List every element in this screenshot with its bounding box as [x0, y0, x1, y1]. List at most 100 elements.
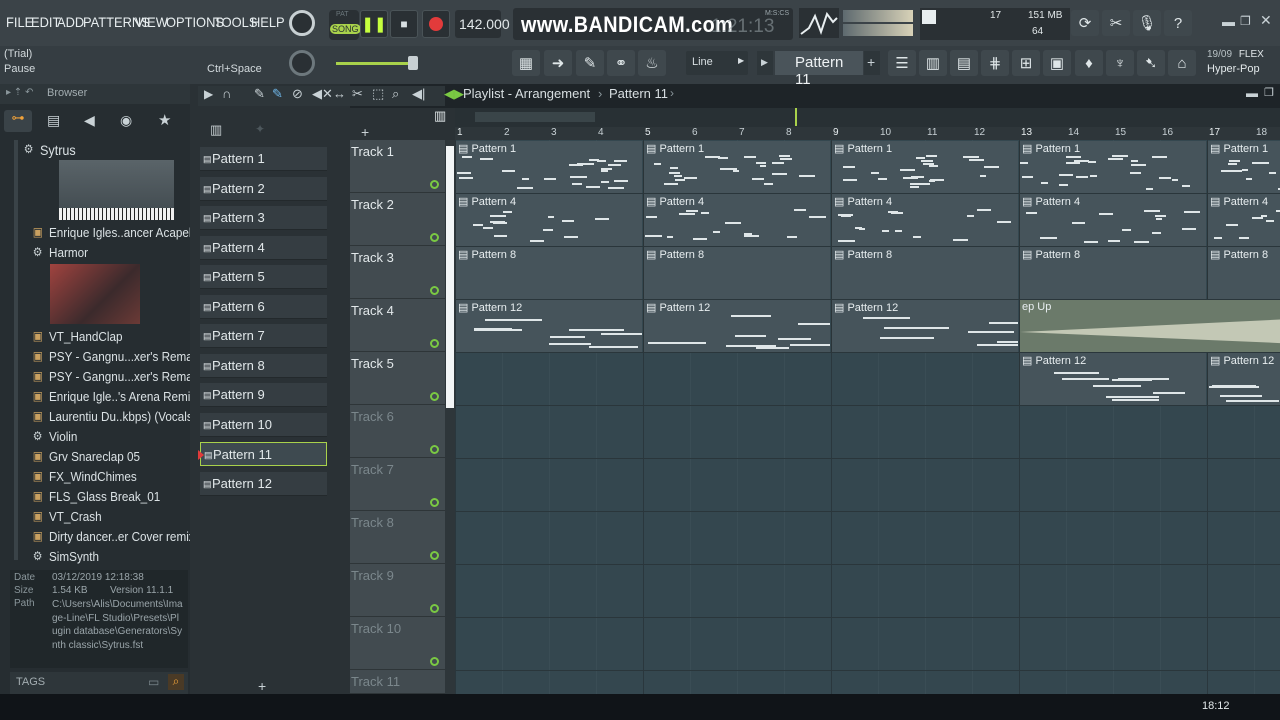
horizontal-scrollbar-thumb[interactable]	[475, 112, 595, 122]
zoom-tool-icon[interactable]: ⌕	[392, 86, 399, 102]
add-pattern-button[interactable]: +	[258, 678, 266, 694]
browser-nav-icons[interactable]: ▸ ⇡ ↶	[6, 87, 33, 98]
pat-song-switch[interactable]: PAT SONG	[329, 10, 361, 40]
piano-roll-icon[interactable]: ▦	[512, 50, 540, 76]
news-title[interactable]: Hyper-Pop	[1207, 63, 1260, 75]
pattern-picker-item[interactable]: ▤ Pattern 2	[200, 177, 327, 201]
pattern-picker-item[interactable]: ▤ Pattern 1	[200, 147, 327, 171]
channel-rack-icon[interactable]: ⊞	[1012, 50, 1040, 76]
browser-item[interactable]: ▣ Dirty dancer..er Cover remix	[33, 529, 195, 544]
time-display[interactable]: www.BANDICAM.com 1:21:13 M:S:CS	[513, 8, 793, 40]
magnet-icon[interactable]: ∩	[222, 86, 231, 101]
track-enable-led[interactable]	[430, 551, 439, 560]
master-volume-slider-handle[interactable]	[408, 56, 418, 70]
pattern-clip[interactable]: ▤ Pattern 4	[1207, 194, 1280, 246]
track-header[interactable]: Track 10	[350, 617, 445, 670]
stop-button[interactable]: ■	[390, 10, 418, 38]
master-volume-knob[interactable]	[289, 10, 315, 36]
track-header[interactable]: Track 3	[350, 246, 445, 299]
menu-add[interactable]: ADD	[57, 14, 84, 30]
browser-item[interactable]: ▣ Enrique Igle..'s Arena Remix)	[33, 389, 200, 404]
horizontal-scrollbar[interactable]	[455, 108, 1280, 127]
pattern-clip[interactable]: ▤ Pattern 8	[455, 247, 642, 299]
playlist-breadcrumb[interactable]: Pattern 11	[609, 86, 668, 101]
track-enable-led[interactable]	[430, 286, 439, 295]
track-enable-led[interactable]	[430, 604, 439, 613]
pattern-clip[interactable]: ▤ Pattern 4	[643, 194, 830, 246]
browser-star-icon[interactable]: ★	[158, 111, 171, 129]
link-icon[interactable]: ⚭	[607, 50, 635, 76]
microphone-icon[interactable]: 🎙	[1133, 10, 1161, 36]
pattern-clip[interactable]: ▤ Pattern 4	[1019, 194, 1206, 246]
track-header[interactable]: Track 8	[350, 511, 445, 564]
slice-tool-icon[interactable]: ✂	[352, 86, 363, 102]
menu-view[interactable]: VIEW	[135, 14, 168, 30]
menu-edit[interactable]: EDIT	[31, 14, 60, 30]
browser-all-icon[interactable]: ⊶	[4, 110, 32, 132]
track-header[interactable]: Track 4	[350, 299, 445, 352]
tempo-display[interactable]: 142.000	[455, 10, 510, 38]
pattern-clip[interactable]: ▤ Pattern 12	[831, 300, 1018, 352]
menu-help[interactable]: HELP	[251, 14, 285, 30]
pattern-clip[interactable]: ▤ Pattern 1	[455, 141, 642, 193]
pause-button[interactable]: ❚❚	[360, 10, 388, 38]
pattern-clip[interactable]: ▤ Pattern 12	[643, 300, 830, 352]
playlist-maximize-icon[interactable]: ❐	[1264, 86, 1274, 99]
playlist-menu-arrow-icon[interactable]: ▶	[204, 87, 213, 101]
pattern-clip[interactable]: ▤ Pattern 1	[1019, 141, 1206, 193]
track-header[interactable]: Track 11	[350, 670, 445, 694]
help-icon[interactable]: ?	[1164, 10, 1192, 36]
restore-icon[interactable]: ❐	[1240, 14, 1251, 28]
pattern-clip[interactable]: ▤ Pattern 12	[455, 300, 642, 352]
browser-item[interactable]: ▣ FLS_Glass Break_01	[33, 489, 160, 504]
pattern-clip[interactable]: ▤ Pattern 1	[1207, 141, 1280, 193]
pattern-picker-audio-icon[interactable]: ✦	[255, 122, 265, 136]
tags-bar[interactable]: TAGS ▭ ⌕	[10, 672, 188, 694]
track-enable-led[interactable]	[430, 445, 439, 454]
track-header[interactable]: Track 5	[350, 352, 445, 405]
pattern-clip[interactable]: ▤ Pattern 8	[1019, 247, 1206, 299]
playlist-grid[interactable]: ▤ Pattern 1 ▤ Pattern 1 ▤ Pattern 1 ▤ Patte…	[455, 140, 1280, 694]
browser-files-icon[interactable]: ▤	[47, 112, 60, 129]
step-sequencer-icon[interactable]: ▥	[919, 50, 947, 76]
timeline-ruler[interactable]: 1 2 3 4 5 6 7 8 9 10 11 12 13 14 15 16 17 18	[455, 127, 1280, 140]
pencil-icon[interactable]: ✎	[576, 50, 604, 76]
pattern-picker-item[interactable]: ▤ Pattern 8	[200, 354, 327, 378]
pattern-picker-item[interactable]: ▤ Pattern 6	[200, 295, 327, 319]
audio-clip[interactable]: ep Up	[1019, 300, 1280, 352]
master-pitch-knob[interactable]	[289, 50, 315, 76]
browser-item-sytrus[interactable]: ⚙ Sytrus	[24, 142, 76, 158]
browser-globe-icon[interactable]: ◉	[120, 112, 132, 129]
playlist-arrow-icon[interactable]: ◀▶	[444, 86, 464, 102]
folder-icon[interactable]: ▭	[148, 675, 159, 689]
track-header[interactable]: Track 9	[350, 564, 445, 617]
pattern-picker-item[interactable]: ▤ Pattern 3	[200, 206, 327, 230]
delete-tool-icon[interactable]: ⊘	[292, 86, 303, 102]
playlist-minimize-icon[interactable]: ▬	[1246, 86, 1258, 100]
tools-icon[interactable]: ✂	[1102, 10, 1130, 36]
draw-tool-icon[interactable]: ✎	[254, 86, 265, 102]
close-icon[interactable]: ✕	[1260, 12, 1272, 29]
pattern-prev-icon[interactable]: ▶	[757, 51, 773, 75]
browser-speaker-icon[interactable]: ◀	[84, 112, 95, 129]
browser-item[interactable]: ▣ PSY - Gangnu...xer's Remake)	[33, 349, 209, 364]
pattern-picker-item[interactable]: ▤ Pattern 10	[200, 413, 327, 437]
slip-tool-icon[interactable]: ↔	[333, 86, 346, 101]
browser-icon[interactable]: ▣	[1043, 50, 1071, 76]
browser-scrollbar[interactable]	[14, 140, 18, 560]
browser-item-simsynth[interactable]: ⚙ SimSynth	[33, 549, 99, 564]
track-enable-led[interactable]	[430, 339, 439, 348]
track-scrollbar-thumb[interactable]	[446, 146, 454, 408]
mute-tool-icon[interactable]: ◀✕	[312, 86, 333, 102]
track-enable-led[interactable]	[430, 498, 439, 507]
arrow-right-icon[interactable]: ➜	[544, 50, 572, 76]
pattern-clip[interactable]: ▤ Pattern 1	[831, 141, 1018, 193]
browser-item[interactable]: ▣ Enrique Igles..ancer Acapella	[33, 225, 201, 240]
mixer-icon[interactable]: ⋕	[981, 50, 1009, 76]
pattern-picker-item[interactable]: ▤ Pattern 7	[200, 324, 327, 348]
pattern-picker-item[interactable]: ▤ Pattern 5	[200, 265, 327, 289]
pattern-picker-item[interactable]: ▤ Pattern 9	[200, 383, 327, 407]
track-header[interactable]: Track 7	[350, 458, 445, 511]
pattern-view-icon[interactable]: ▥	[434, 108, 446, 124]
pattern-clip[interactable]: ▤ Pattern 8	[643, 247, 830, 299]
